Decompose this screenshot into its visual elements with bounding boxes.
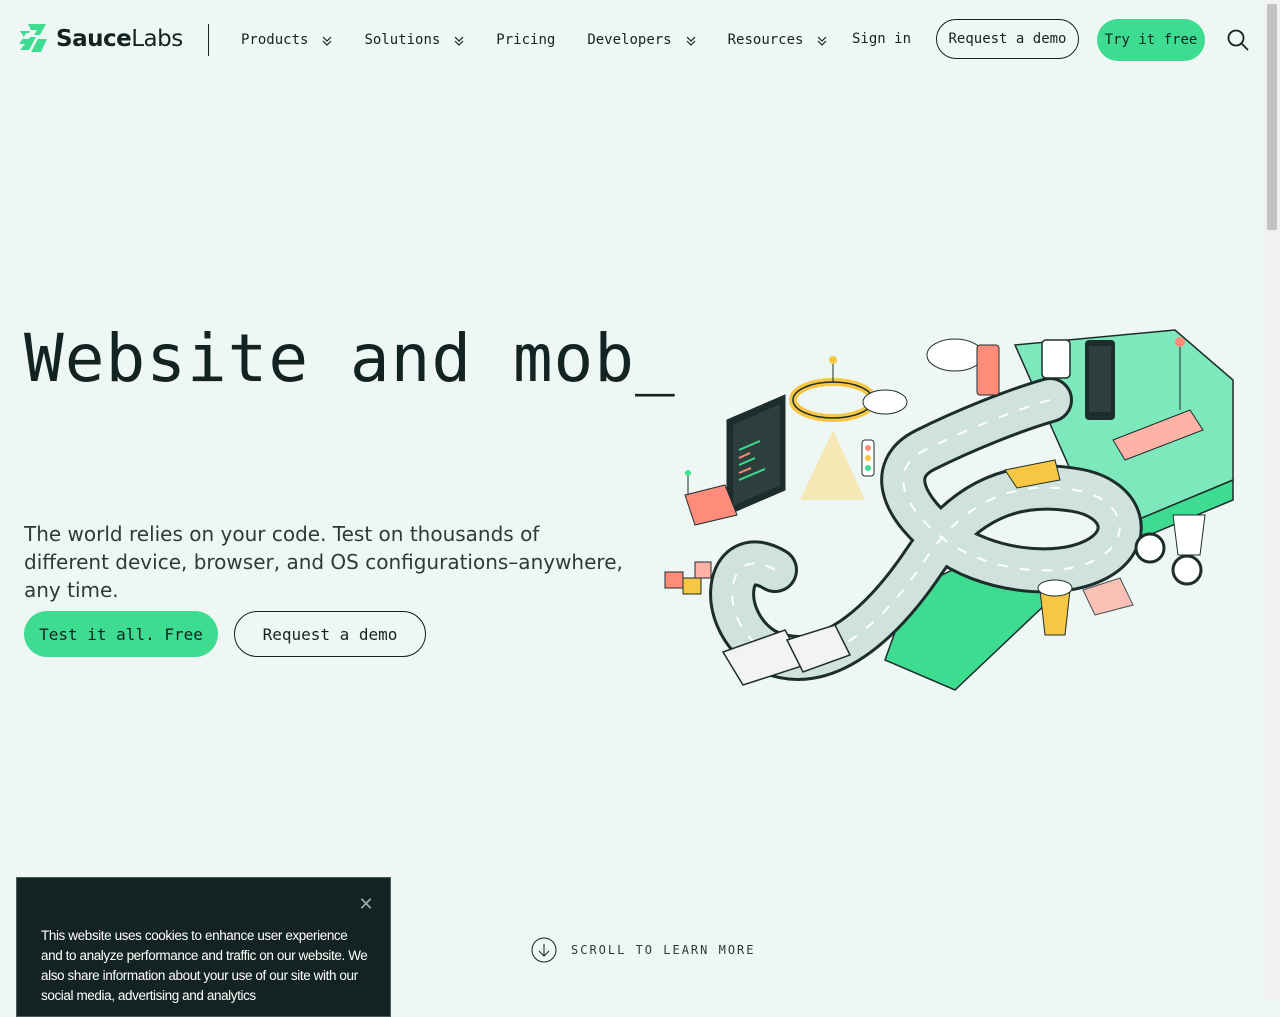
nav-item-developers[interactable]: Developers <box>587 29 696 51</box>
cookie-text: This website uses cookies to enhance use… <box>41 928 368 1003</box>
scrollbar-thumb[interactable] <box>1267 4 1277 230</box>
arrow-down-circle-icon <box>531 937 557 963</box>
hero-subtitle: The world relies on your code. Test on t… <box>24 522 623 602</box>
saucelabs-logo[interactable]: SauceLabs <box>16 22 183 56</box>
scroll-hint-label: SCROLL TO LEARN MORE <box>571 943 756 957</box>
nav-item-label: Developers <box>587 32 672 48</box>
header-divider <box>208 24 209 56</box>
request-demo-button[interactable]: Request a demo <box>936 19 1079 59</box>
nav-item-resources[interactable]: Resources <box>728 29 828 51</box>
page-scrollbar[interactable] <box>1264 0 1280 1000</box>
nav-item-pricing[interactable]: Pricing <box>496 29 555 51</box>
site-header: SauceLabs Products Solutions Pricing Dev… <box>0 0 1264 80</box>
hero-illustration <box>664 329 1234 691</box>
cookie-banner: ✕ This website uses cookies to enhance u… <box>16 877 391 1017</box>
nav-item-label: Resources <box>727 32 804 48</box>
logo-wordmark: SauceLabs <box>56 26 183 52</box>
test-free-button[interactable]: Test it all. Free <box>24 611 218 657</box>
nav-item-products[interactable]: Products <box>241 29 332 51</box>
nav-item-label: Solutions <box>364 32 441 48</box>
chevron-down-icon <box>454 36 464 46</box>
chevron-down-icon <box>818 36 827 46</box>
sign-in-link[interactable]: Sign in <box>852 31 911 47</box>
saucelabs-logo-icon <box>19 24 47 52</box>
hero-title: Website and mob_ <box>24 320 676 397</box>
nav-item-solutions[interactable]: Solutions <box>364 29 464 51</box>
nav-item-label: Pricing <box>496 32 556 48</box>
hero-request-demo-button[interactable]: Request a demo <box>234 611 426 657</box>
nav-item-label: Products <box>241 32 309 48</box>
search-icon[interactable] <box>1226 28 1250 52</box>
try-free-button[interactable]: Try it free <box>1097 19 1205 61</box>
chevron-down-icon <box>686 36 696 46</box>
close-icon[interactable]: ✕ <box>357 896 375 914</box>
scroll-to-learn-more[interactable]: SCROLL TO LEARN MORE <box>531 937 756 963</box>
main-nav: Products Solutions Pricing Developers Re… <box>241 29 859 51</box>
chevron-down-icon <box>323 36 332 46</box>
